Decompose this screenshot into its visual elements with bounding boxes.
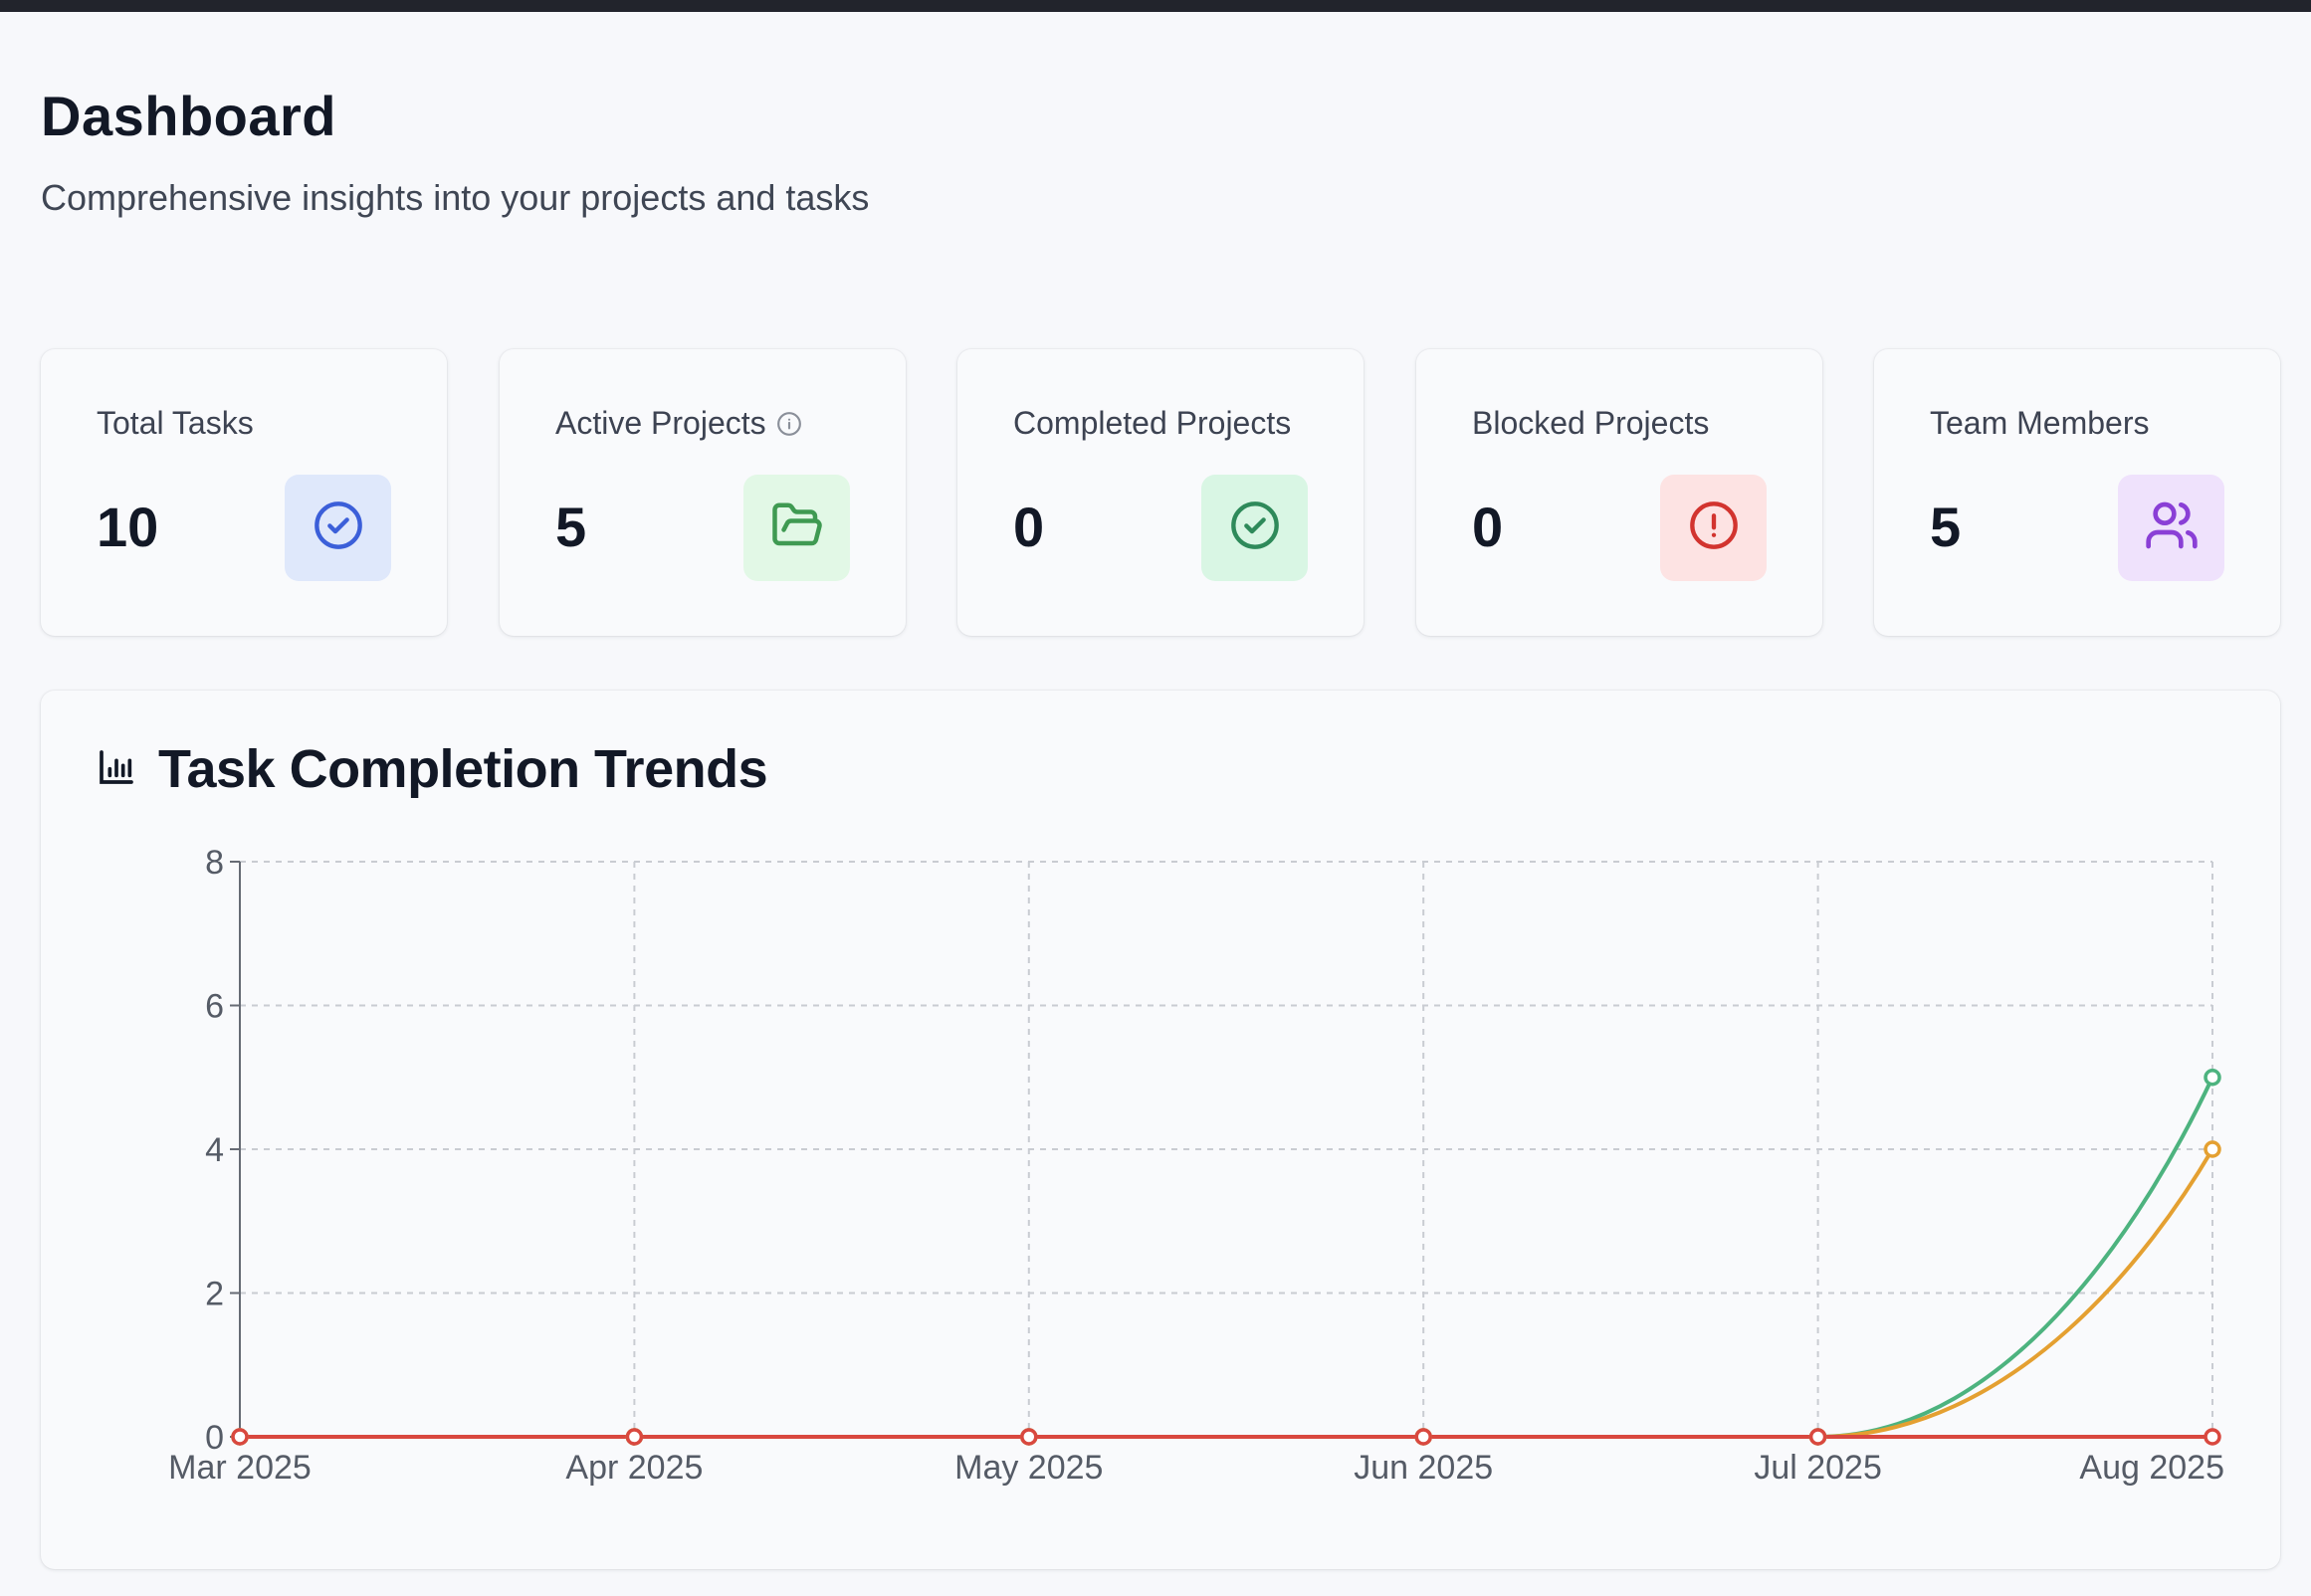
series-point [1808, 1428, 1827, 1446]
series-line [240, 1076, 2214, 1439]
series-point [2204, 1428, 2221, 1446]
series-point [1414, 1428, 1432, 1446]
y-tick-label: 2 [205, 1276, 224, 1313]
y-tick-label: 4 [205, 1131, 224, 1169]
x-tick-label: Mar 2025 [168, 1449, 312, 1487]
x-tick-label: May 2025 [954, 1449, 1103, 1487]
y-tick-label: 6 [205, 988, 224, 1026]
y-tick-label: 8 [205, 844, 224, 882]
task-completion-chart: 02468Mar 2025 Apr 2025 May 2025 Jun 2025 Jul… [168, 844, 2224, 1487]
series-point [2204, 1140, 2221, 1158]
series-point [231, 1428, 249, 1446]
x-tick-label: Jul 2025 [1754, 1449, 1882, 1487]
series-point [2204, 1069, 2221, 1087]
x-tick-label: Aug 2025 [2079, 1449, 2224, 1487]
series-point [625, 1428, 644, 1446]
x-tick-label: Apr 2025 [565, 1449, 703, 1487]
x-tick-label: Jun 2025 [1354, 1449, 1493, 1487]
series-point [1020, 1428, 1038, 1446]
